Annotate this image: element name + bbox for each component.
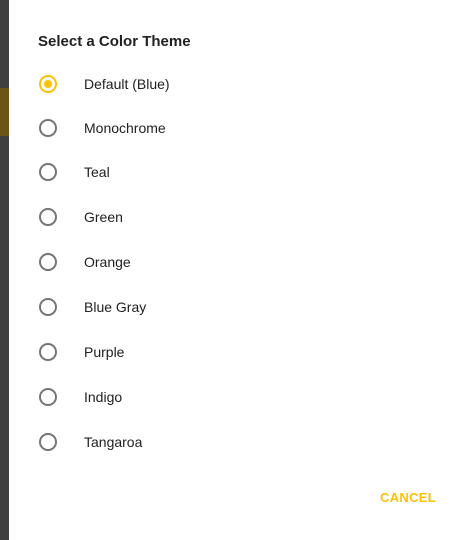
dialog-title: Select a Color Theme (38, 33, 191, 50)
theme-option-green[interactable]: Green (9, 195, 457, 239)
radio-button[interactable] (39, 388, 57, 406)
theme-option-label: Teal (84, 164, 110, 180)
radio-button-checked[interactable] (39, 75, 57, 93)
theme-option-label: Purple (84, 344, 125, 360)
theme-option-default-blue[interactable]: Default (Blue) (9, 62, 457, 106)
background-app-accent (0, 88, 9, 136)
theme-option-label: Orange (84, 254, 131, 270)
radio-button[interactable] (39, 119, 57, 137)
background-app-edge (0, 0, 9, 540)
color-theme-dialog: Select a Color Theme Default (Blue) Mono… (9, 0, 457, 540)
theme-option-purple[interactable]: Purple (9, 330, 457, 374)
theme-option-tangaroa[interactable]: Tangaroa (9, 420, 457, 464)
radio-button[interactable] (39, 163, 57, 181)
theme-option-orange[interactable]: Orange (9, 240, 457, 284)
radio-button[interactable] (39, 253, 57, 271)
radio-button[interactable] (39, 433, 57, 451)
radio-button[interactable] (39, 343, 57, 361)
theme-option-blue-gray[interactable]: Blue Gray (9, 285, 457, 329)
screen: Select a Color Theme Default (Blue) Mono… (0, 0, 457, 540)
theme-option-indigo[interactable]: Indigo (9, 375, 457, 419)
theme-option-label: Default (Blue) (84, 76, 170, 92)
theme-option-label: Blue Gray (84, 299, 147, 315)
theme-option-label: Tangaroa (84, 434, 143, 450)
theme-option-label: Green (84, 209, 123, 225)
theme-option-monochrome[interactable]: Monochrome (9, 106, 457, 150)
radio-button[interactable] (39, 208, 57, 226)
radio-button[interactable] (39, 298, 57, 316)
cancel-button[interactable]: CANCEL (380, 490, 436, 505)
theme-option-teal[interactable]: Teal (9, 150, 457, 194)
theme-option-label: Monochrome (84, 120, 166, 136)
theme-option-label: Indigo (84, 389, 123, 405)
